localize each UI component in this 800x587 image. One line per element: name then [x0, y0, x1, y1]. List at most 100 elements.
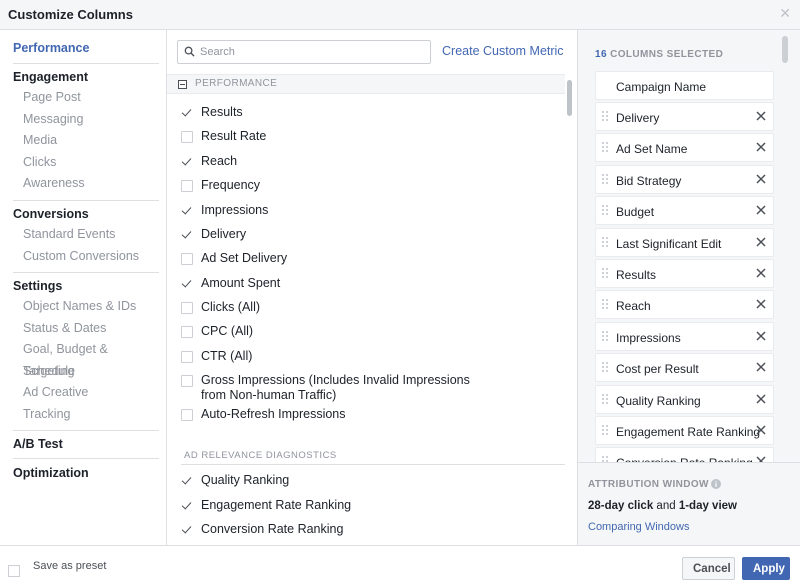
- metric-option-engagement-rate-ranking[interactable]: Engagement Rate Ranking: [181, 497, 481, 515]
- nav-item-media[interactable]: Media: [13, 130, 159, 152]
- nav-item-status-dates[interactable]: Status & Dates: [13, 318, 159, 340]
- save-preset-label[interactable]: Save as preset: [33, 560, 106, 572]
- nav-item-custom-conversions[interactable]: Custom Conversions: [13, 246, 159, 268]
- close-icon[interactable]: ✕: [779, 6, 791, 20]
- metric-checkbox[interactable]: [181, 131, 193, 143]
- drag-handle-icon[interactable]: [602, 268, 609, 280]
- nav-optimization[interactable]: Optimization: [13, 463, 159, 483]
- remove-column-icon[interactable]: [754, 140, 768, 154]
- remove-column-icon[interactable]: [754, 360, 768, 374]
- remove-column-icon[interactable]: [754, 392, 768, 406]
- nav-item-awareness[interactable]: Awareness: [13, 173, 159, 195]
- save-preset-checkbox[interactable]: [8, 565, 20, 577]
- metric-option-delivery[interactable]: Delivery: [181, 226, 481, 244]
- metric-option-conversion-rate-ranking[interactable]: Conversion Rate Ranking: [181, 521, 481, 539]
- nav-item-clicks[interactable]: Clicks: [13, 152, 159, 174]
- remove-column-icon[interactable]: [754, 235, 768, 249]
- selected-column-last-significant-edit[interactable]: Last Significant Edit: [595, 227, 774, 257]
- nav-item-targeting[interactable]: Targeting: [13, 361, 159, 383]
- metric-checkbox[interactable]: [181, 278, 193, 290]
- selected-scrollbar-thumb[interactable]: [782, 36, 788, 63]
- info-icon[interactable]: [711, 479, 721, 489]
- drag-handle-icon[interactable]: [602, 111, 609, 123]
- selected-column-cost-per-result[interactable]: Cost per Result: [595, 353, 774, 383]
- drag-handle-icon[interactable]: [602, 330, 609, 343]
- metric-option-ad-set-delivery[interactable]: Ad Set Delivery: [181, 250, 481, 268]
- metrics-scrollbar-thumb[interactable]: [567, 80, 572, 116]
- metric-option-gross-impressions-includes-invalid-impressions-from-non-human-traffic[interactable]: Gross Impressions (Includes Invalid Impr…: [181, 372, 481, 406]
- nav-engagement[interactable]: Engagement: [13, 67, 159, 87]
- nav-item-messaging[interactable]: Messaging: [13, 109, 159, 131]
- metric-checkbox[interactable]: [181, 524, 193, 536]
- comparing-windows-link[interactable]: Comparing Windows: [588, 521, 689, 533]
- nav-item-page-post[interactable]: Page Post: [13, 87, 159, 109]
- drag-handle-icon[interactable]: [602, 173, 609, 186]
- remove-column-icon[interactable]: [754, 172, 768, 186]
- metric-option-result-rate[interactable]: Result Rate: [181, 128, 481, 146]
- nav-conversions[interactable]: Conversions: [13, 204, 159, 224]
- selected-column-label: Ad Set Name: [616, 142, 688, 157]
- drag-handle-icon[interactable]: [602, 393, 609, 406]
- metric-option-clicks-all[interactable]: Clicks (All): [181, 299, 481, 317]
- nav-performance[interactable]: Performance: [13, 38, 159, 58]
- metric-option-amount-spent[interactable]: Amount Spent: [181, 275, 481, 293]
- metric-checkbox[interactable]: [181, 326, 193, 338]
- selected-column-impressions[interactable]: Impressions: [595, 321, 774, 351]
- metric-checkbox[interactable]: [181, 500, 193, 512]
- metrics-scrollbar[interactable]: [565, 74, 577, 545]
- metric-option-impressions[interactable]: Impressions: [181, 202, 481, 220]
- metric-option-reach[interactable]: Reach: [181, 153, 481, 171]
- metric-checkbox[interactable]: [181, 107, 193, 119]
- metric-option-quality-ranking[interactable]: Quality Ranking: [181, 472, 481, 490]
- search-input[interactable]: [200, 44, 425, 60]
- metric-checkbox[interactable]: [181, 156, 193, 168]
- metric-option-results[interactable]: Results: [181, 104, 481, 122]
- cancel-button[interactable]: Cancel: [682, 557, 735, 580]
- remove-column-icon[interactable]: [754, 423, 768, 437]
- metric-checkbox[interactable]: [181, 180, 193, 192]
- metric-label: Conversion Rate Ranking: [201, 522, 344, 536]
- collapse-section-checkbox[interactable]: [178, 80, 187, 89]
- metric-option-ctr-all[interactable]: CTR (All): [181, 348, 481, 366]
- remove-column-icon[interactable]: [754, 109, 768, 123]
- nav-item-standard-events[interactable]: Standard Events: [13, 224, 159, 246]
- metric-checkbox[interactable]: [181, 205, 193, 217]
- create-custom-metric-link[interactable]: Create Custom Metric: [442, 44, 564, 58]
- metric-option-frequency[interactable]: Frequency: [181, 177, 481, 195]
- nav-group-performance: Performance: [13, 38, 159, 58]
- selected-column-budget[interactable]: Budget: [595, 196, 774, 226]
- remove-column-icon[interactable]: [754, 203, 768, 217]
- drag-handle-icon[interactable]: [602, 362, 609, 374]
- remove-column-icon[interactable]: [754, 329, 768, 343]
- metric-option-auto-refresh-impressions[interactable]: Auto-Refresh Impressions: [181, 406, 481, 424]
- nav-item-object-names[interactable]: Object Names & IDs: [13, 296, 159, 318]
- nav-item-tracking[interactable]: Tracking: [13, 404, 159, 426]
- metric-option-cpc-all[interactable]: CPC (All): [181, 323, 481, 341]
- nav-item-ad-creative[interactable]: Ad Creative: [13, 382, 159, 404]
- metric-checkbox[interactable]: [181, 409, 193, 421]
- drag-handle-icon[interactable]: [602, 142, 609, 154]
- metric-checkbox[interactable]: [181, 351, 193, 363]
- selected-column-ad-set-name[interactable]: Ad Set Name: [595, 133, 774, 163]
- nav-settings[interactable]: Settings: [13, 276, 159, 296]
- selected-column-engagement-rate-ranking[interactable]: Engagement Rate Ranking: [595, 416, 774, 445]
- selected-column-bid-strategy[interactable]: Bid Strategy: [595, 164, 774, 194]
- apply-button[interactable]: Apply: [742, 557, 790, 580]
- metric-checkbox[interactable]: [181, 253, 193, 265]
- metric-checkbox[interactable]: [181, 475, 193, 487]
- metric-checkbox[interactable]: [181, 302, 193, 314]
- remove-column-icon[interactable]: [754, 297, 768, 311]
- selected-column-reach[interactable]: Reach: [595, 290, 774, 320]
- selected-column-results[interactable]: Results: [595, 259, 774, 288]
- selected-column-delivery[interactable]: Delivery: [595, 102, 774, 131]
- selected-column-quality-ranking[interactable]: Quality Ranking: [595, 384, 774, 414]
- metric-checkbox[interactable]: [181, 375, 193, 387]
- nav-ab-test[interactable]: A/B Test: [13, 434, 159, 454]
- nav-item-goal-budget[interactable]: Goal, Budget & Schedule: [13, 339, 159, 378]
- drag-handle-icon[interactable]: [602, 425, 609, 437]
- drag-handle-icon[interactable]: [602, 236, 609, 249]
- remove-column-icon[interactable]: [754, 266, 768, 280]
- drag-handle-icon[interactable]: [602, 299, 609, 311]
- metric-checkbox[interactable]: [181, 229, 193, 241]
- drag-handle-icon[interactable]: [602, 205, 609, 217]
